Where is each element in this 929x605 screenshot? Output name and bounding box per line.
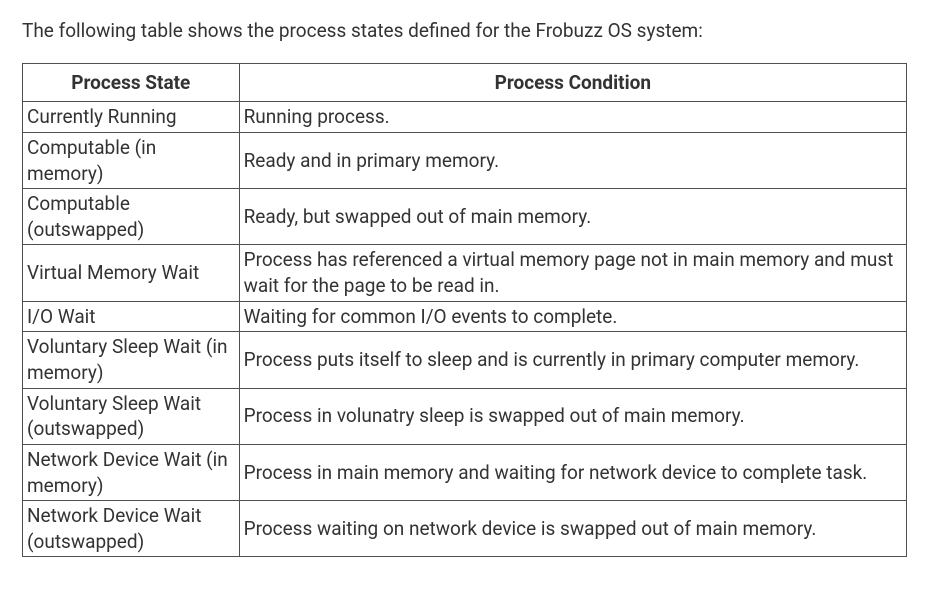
cell-condition: Running process.: [239, 102, 906, 133]
table-row: Voluntary Sleep Wait (in memory) Process…: [23, 332, 907, 388]
cell-condition: Waiting for common I/O events to complet…: [239, 301, 906, 332]
cell-condition: Ready and in primary memory.: [239, 132, 906, 188]
cell-state: Network Device Wait (outswapped): [23, 501, 240, 557]
cell-condition: Process has referenced a virtual memory …: [239, 245, 906, 301]
intro-text: The following table shows the process st…: [22, 18, 907, 45]
cell-state: I/O Wait: [23, 301, 240, 332]
cell-condition: Process in volunatry sleep is swapped ou…: [239, 388, 906, 444]
cell-state: Computable (outswapped): [23, 189, 240, 245]
header-process-condition: Process Condition: [239, 63, 906, 102]
cell-state: Virtual Memory Wait: [23, 245, 240, 301]
cell-condition: Process puts itself to sleep and is curr…: [239, 332, 906, 388]
cell-state: Voluntary Sleep Wait (outswapped): [23, 388, 240, 444]
cell-state: Currently Running: [23, 102, 240, 133]
header-process-state: Process State: [23, 63, 240, 102]
cell-state: Computable (in memory): [23, 132, 240, 188]
table-row: Currently Running Running process.: [23, 102, 907, 133]
table-header-row: Process State Process Condition: [23, 63, 907, 102]
cell-condition: Ready, but swapped out of main memory.: [239, 189, 906, 245]
table-row: Virtual Memory Wait Process has referenc…: [23, 245, 907, 301]
table-row: Network Device Wait (outswapped) Process…: [23, 501, 907, 557]
table-row: Computable (in memory) Ready and in prim…: [23, 132, 907, 188]
table-row: Computable (outswapped) Ready, but swapp…: [23, 189, 907, 245]
table-row: Network Device Wait (in memory) Process …: [23, 444, 907, 500]
cell-state: Network Device Wait (in memory): [23, 444, 240, 500]
cell-state: Voluntary Sleep Wait (in memory): [23, 332, 240, 388]
process-states-table: Process State Process Condition Currentl…: [22, 63, 907, 558]
table-row: Voluntary Sleep Wait (outswapped) Proces…: [23, 388, 907, 444]
cell-condition: Process waiting on network device is swa…: [239, 501, 906, 557]
cell-condition: Process in main memory and waiting for n…: [239, 444, 906, 500]
table-row: I/O Wait Waiting for common I/O events t…: [23, 301, 907, 332]
